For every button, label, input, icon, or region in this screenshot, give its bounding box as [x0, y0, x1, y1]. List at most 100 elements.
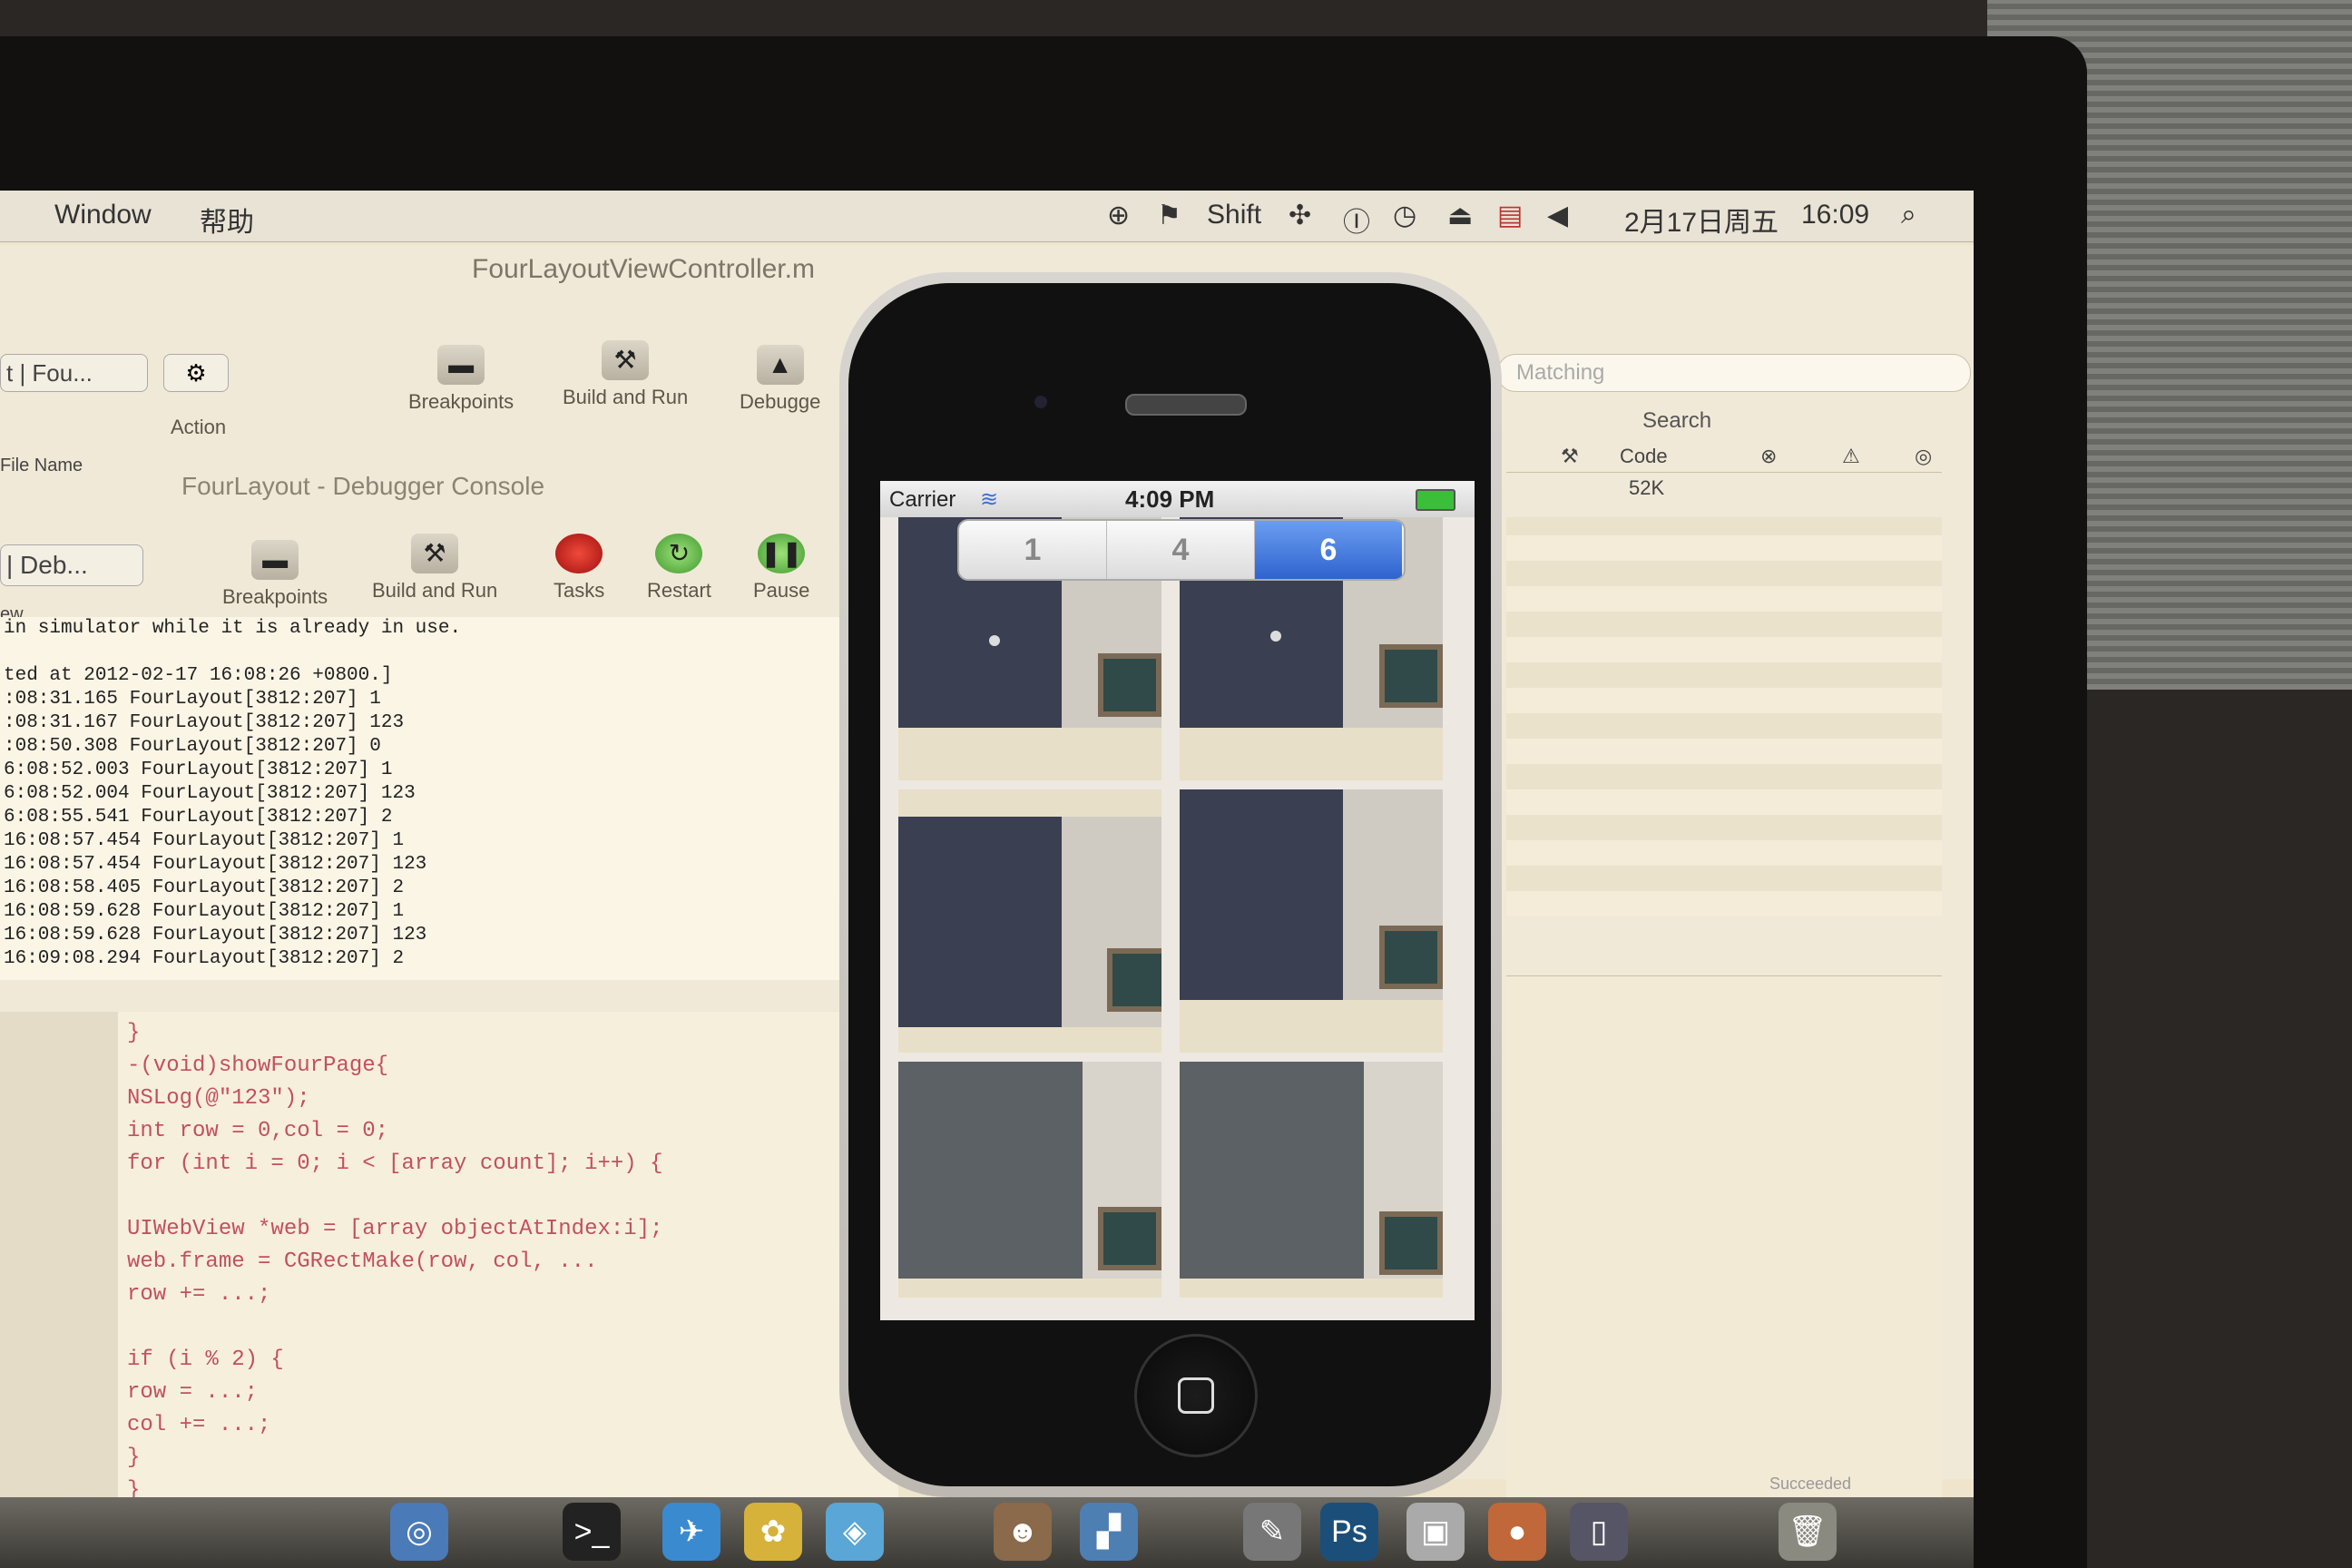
console-line: 6:08:52.003 FourLayout[3812:207] 1 — [4, 760, 393, 780]
console-build-and-run-label: Build and Run — [372, 579, 498, 602]
pizza-icon[interactable]: ● — [1488, 1503, 1546, 1561]
hammer-icon: ⚒ — [602, 340, 650, 380]
restart-label: Restart — [647, 579, 711, 602]
window-detail — [1107, 948, 1161, 1012]
code-line: row = ...; — [127, 1380, 259, 1405]
console-line: 6:08:52.004 FourLayout[3812:207] 123 — [4, 783, 416, 804]
flag-icon[interactable]: ▤ — [1497, 200, 1523, 231]
build-and-run-button[interactable]: ⚒ Build and Run — [563, 340, 688, 409]
search-input[interactable]: Matching — [1497, 354, 1971, 392]
console-breakpoints-label: Breakpoints — [222, 585, 328, 608]
console-line: :08:50.308 FourLayout[3812:207] 0 — [4, 736, 381, 757]
console-line: 6:08:55.541 FourLayout[3812:207] 2 — [4, 807, 393, 828]
debugger-label: Debugge — [740, 390, 821, 413]
trash-icon[interactable]: 🗑 — [1779, 1503, 1837, 1561]
ios-time: 4:09 PM — [1125, 485, 1215, 513]
console-line: ted at 2012-02-17 16:08:26 +0800.] — [4, 665, 393, 686]
coat-button — [989, 635, 1000, 646]
errors-icon[interactable]: ⊗ — [1760, 445, 1777, 468]
console-line: 16:08:59.628 FourLayout[3812:207] 123 — [4, 925, 427, 946]
photo-tile[interactable] — [1180, 789, 1443, 1053]
restart-button[interactable]: ↻ Restart — [647, 534, 711, 603]
console-line: 16:08:58.405 FourLayout[3812:207] 2 — [4, 877, 405, 898]
pause-icon: ❚❚ — [758, 534, 806, 573]
dock: ◎ >_ ✈ ✿ ◈ ☻ ▞ ✎ Ps ▣ ● ▯ 🗑 — [0, 1497, 1974, 1568]
menu-window[interactable]: Window — [54, 200, 152, 230]
shift-indicator[interactable]: Shift — [1207, 200, 1261, 230]
code-line: } — [127, 1446, 141, 1470]
menu-date[interactable]: 2月17日周五 — [1624, 200, 1779, 240]
breakpoints-button[interactable]: ▬ Breakpoints — [408, 345, 514, 414]
code-line: -(void)showFourPage{ — [127, 1054, 389, 1078]
photoshop-icon[interactable]: Ps — [1320, 1503, 1378, 1561]
column-code[interactable]: Code — [1620, 445, 1668, 468]
breakpoints-label: Breakpoints — [408, 390, 514, 413]
monkey-icon[interactable]: ☻ — [994, 1503, 1052, 1561]
eject-icon[interactable]: ⏏ — [1447, 200, 1473, 231]
accessibility-icon[interactable]: Ⓘ — [1343, 200, 1370, 240]
console-line: 16:08:57.454 FourLayout[3812:207] 1 — [4, 830, 405, 851]
detail-pane[interactable] — [1506, 975, 1942, 1530]
camera-icon — [1034, 396, 1047, 408]
photo-tile[interactable] — [898, 1062, 1161, 1298]
globe-icon[interactable]: ⊕ — [1107, 200, 1130, 231]
action-popup[interactable]: ⚙ — [163, 354, 229, 392]
debugger-button[interactable]: ▲ Debugge — [740, 345, 820, 414]
window-detail — [1379, 644, 1443, 708]
target-icon[interactable]: ◎ — [1915, 445, 1932, 468]
file-name-header[interactable]: File Name — [0, 456, 83, 476]
bee-icon[interactable]: ✿ — [744, 1503, 802, 1561]
tetris-icon[interactable]: ▞ — [1080, 1503, 1138, 1561]
segment-6[interactable]: 6 — [1255, 521, 1402, 579]
time-machine-icon[interactable]: ◷ — [1393, 200, 1416, 231]
pen-icon[interactable]: ✎ — [1243, 1503, 1301, 1561]
debugger-console-output[interactable]: in simulator while it is already in use.… — [0, 617, 844, 980]
mail-icon[interactable]: ✈ — [662, 1503, 720, 1561]
earpiece — [1125, 394, 1247, 416]
breakpoints-icon: ▬ — [251, 540, 299, 580]
preview-icon[interactable]: ◈ — [826, 1503, 884, 1561]
editor-window-title: FourLayoutViewController.m — [472, 254, 815, 284]
segment-1[interactable]: 1 — [959, 521, 1107, 579]
photo-tile[interactable] — [1180, 1062, 1443, 1298]
warnings-icon[interactable]: ⚠ — [1842, 445, 1860, 468]
stop-icon — [555, 534, 603, 573]
console-build-and-run-button[interactable]: ⚒ Build and Run — [372, 534, 497, 603]
layout-segmented-control[interactable]: 1 4 6 — [957, 519, 1406, 581]
volume-icon[interactable]: ◀ — [1547, 200, 1568, 231]
tasks-button[interactable]: Tasks — [554, 534, 604, 603]
console-line: 16:09:08.294 FourLayout[3812:207] 2 — [4, 948, 405, 969]
carrier-label: Carrier — [889, 487, 956, 512]
code-line: } — [127, 1021, 141, 1045]
code-line: NSLog(@"123"); — [127, 1086, 310, 1111]
menu-clock[interactable]: 16:09 — [1801, 200, 1869, 230]
terminal-icon[interactable]: >_ — [563, 1503, 621, 1561]
project-popup[interactable]: t | Fou... — [0, 354, 148, 392]
console-line: in simulator while it is already in use. — [4, 618, 462, 639]
console-line: 16:08:57.454 FourLayout[3812:207] 123 — [4, 854, 427, 875]
pause-button[interactable]: ❚❚ Pause — [753, 534, 809, 603]
code-line: row += ...; — [127, 1282, 271, 1307]
debug-popup[interactable]: | Deb... — [0, 544, 143, 586]
home-square-icon — [1178, 1377, 1214, 1414]
spotlight-icon[interactable]: ⌕ — [1901, 200, 1916, 230]
segment-4[interactable]: 4 — [1107, 521, 1255, 579]
file-list[interactable] — [1506, 517, 1942, 916]
app-icon[interactable]: ▣ — [1406, 1503, 1465, 1561]
console-breakpoints-button[interactable]: ▬ Breakpoints — [222, 540, 328, 609]
build-icon[interactable]: ⚒ — [1561, 445, 1579, 468]
fan-icon[interactable]: ✣ — [1289, 200, 1311, 231]
table-header: ⚒ Code ⊗ ⚠ ◎ — [1506, 445, 1942, 473]
code-line: if (i % 2) { — [127, 1348, 284, 1372]
photo-tile[interactable] — [898, 789, 1161, 1053]
console-window-title: FourLayout - Debugger Console — [181, 472, 545, 500]
code-line: web.frame = CGRectMake(row, col, ... — [127, 1250, 598, 1274]
safari-icon[interactable]: ◎ — [390, 1503, 448, 1561]
phone-icon[interactable]: ▯ — [1570, 1503, 1628, 1561]
window-detail — [1379, 926, 1443, 989]
menu-help[interactable]: 帮助 — [200, 200, 254, 240]
code-editor[interactable]: } -(void)showFourPage{ NSLog(@"123"); in… — [0, 1012, 898, 1520]
acrobat-icon[interactable]: ⚑ — [1157, 200, 1181, 231]
console-line: :08:31.165 FourLayout[3812:207] 1 — [4, 689, 381, 710]
